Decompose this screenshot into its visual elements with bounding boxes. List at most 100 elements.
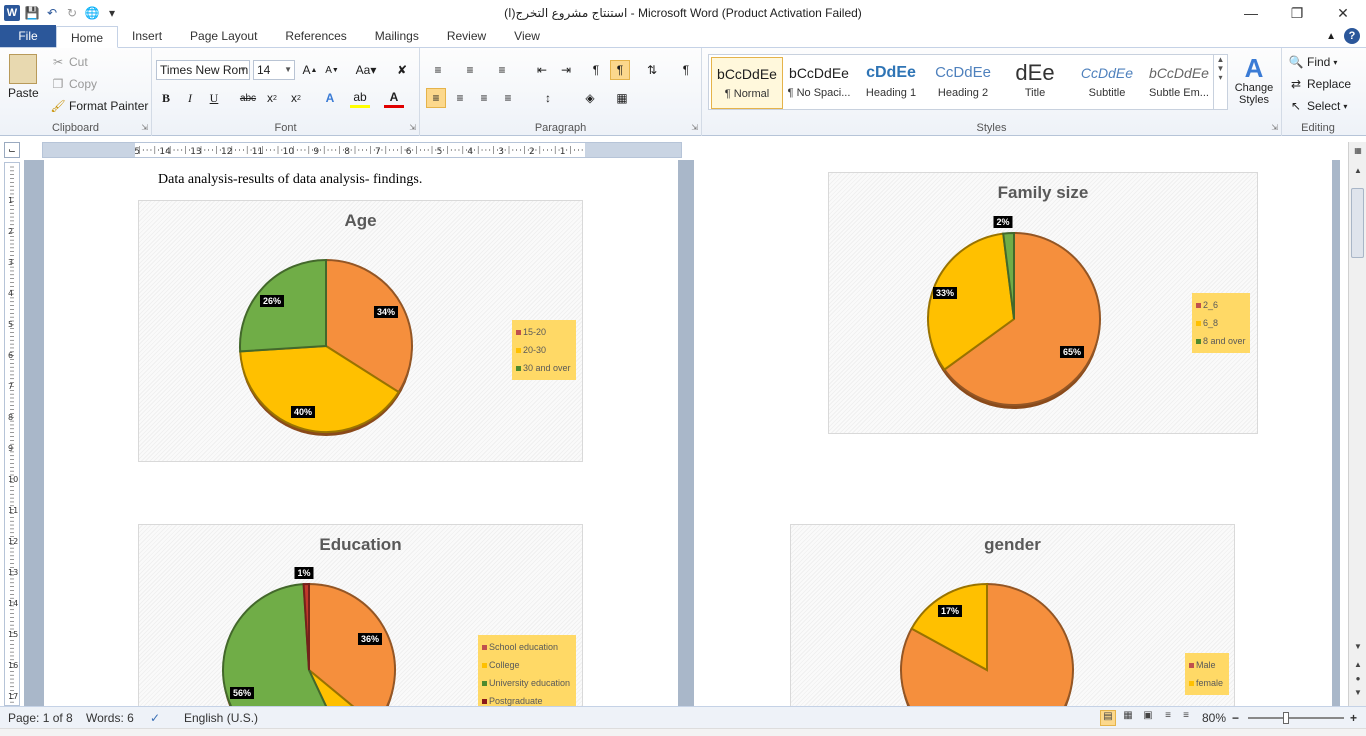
tab-mailings[interactable]: Mailings [361,25,433,47]
style-subtitle[interactable]: CcDdEe Subtitle [1071,57,1143,109]
find-button[interactable]: 🔍 Find ▾ [1288,54,1338,70]
web-layout-icon[interactable]: ▣ [1140,710,1156,726]
font-name-combo[interactable]: Times New Rom ▼ [156,60,250,80]
tab-home[interactable]: Home [56,26,119,48]
draft-icon[interactable]: ≡ [1178,710,1194,726]
previous-page-icon[interactable]: ▲ [1350,660,1366,674]
clear-formatting-icon[interactable]: ✘ [392,60,412,80]
align-center-icon[interactable]: ≡ [450,88,470,108]
zoom-slider[interactable] [1248,717,1344,719]
tab-review[interactable]: Review [433,25,500,47]
grow-font-button[interactable]: A ▲ [300,60,320,80]
tab-insert[interactable]: Insert [118,25,176,47]
vertical-ruler[interactable]: 1 2 3 4 5 6 7 8 9 10 11 12 13 14 15 16 17 [4,162,20,706]
font-color-icon[interactable]: A [384,88,404,108]
help-icon[interactable]: ? [1344,28,1360,44]
zoom-level[interactable]: 80% [1202,711,1226,725]
page-count[interactable]: Page: 1 of 8 [8,711,73,725]
dialog-launcher-icon[interactable]: ⇲ [691,123,698,132]
ltr-icon[interactable]: ¶ [586,60,606,80]
customize-qat-icon[interactable]: ▾ [104,5,120,21]
subscript-button[interactable]: x2 [262,88,282,108]
chart-gender[interactable]: gender 17% Male female [790,524,1235,706]
style-normal[interactable]: bCcDdEe ¶ Normal [711,57,783,109]
highlight-icon[interactable]: ab [350,88,370,108]
decrease-indent-icon[interactable]: ⇤ [532,60,552,80]
dialog-launcher-icon[interactable]: ⇲ [1271,123,1278,132]
page-left[interactable]: Data analysis-results of data analysis- … [44,160,678,706]
change-styles-button[interactable]: A Change Styles [1232,54,1276,106]
zoom-out-button[interactable]: − [1232,711,1239,725]
tab-file[interactable]: File [0,25,56,47]
align-right-icon[interactable]: ≡ [474,88,494,108]
style-subtle-emphasis[interactable]: bCcDdEe Subtle Em... [1143,57,1215,109]
bold-button[interactable]: B [156,88,176,108]
zoom-in-button[interactable]: + [1350,711,1357,725]
print-layout-icon[interactable]: ▤ [1100,710,1116,726]
select-button[interactable]: ↖ Select ▾ [1288,98,1347,114]
rtl-icon[interactable]: ¶ [610,60,630,80]
vertical-scrollbar[interactable]: ▦ ▲ ▼ ▲ ● ▼ [1348,142,1366,706]
shading-icon[interactable]: ◈ [580,88,600,108]
underline-button[interactable]: U [204,88,224,108]
full-screen-reading-icon[interactable]: ▦ [1120,710,1136,726]
justify-icon[interactable]: ≡ [498,88,518,108]
change-case-button[interactable]: Aa▾ [352,60,380,80]
undo-icon[interactable]: ↶ [44,5,60,21]
shrink-font-button[interactable]: A ▼ [322,60,342,80]
chart-family-size[interactable]: Family size 65% 33% 2% 2_6 6_8 8 and ove… [828,172,1258,434]
bullets-icon[interactable]: ≡ [428,60,448,80]
zoom-slider-knob[interactable] [1283,712,1289,724]
ruler-toggle-icon[interactable]: ▦ [1350,146,1366,160]
style-title[interactable]: dEe Title [999,57,1071,109]
dialog-launcher-icon[interactable]: ⇲ [141,123,148,132]
word-count[interactable]: Words: 6 [86,711,134,725]
increase-indent-icon[interactable]: ⇥ [556,60,576,80]
style-heading-1[interactable]: cDdEe Heading 1 [855,57,927,109]
italic-button[interactable]: I [180,88,200,108]
browse-object-icon[interactable]: ● [1350,674,1366,688]
outline-icon[interactable]: ≡ [1160,710,1176,726]
dialog-launcher-icon[interactable]: ⇲ [409,123,416,132]
borders-icon[interactable]: ▦ [612,88,632,108]
cut-button[interactable]: ✂ Cut [50,54,88,70]
restore-button[interactable]: ❐ [1274,0,1320,26]
style-heading-2[interactable]: CcDdEe Heading 2 [927,57,999,109]
line-spacing-icon[interactable]: ↕ [538,88,558,108]
proofing-icon[interactable]: ✓ [150,711,160,725]
horizontal-ruler[interactable]: 1716151413121110987654321123 [42,142,682,158]
replace-button[interactable]: ⇄ Replace [1288,76,1351,92]
close-button[interactable]: ✕ [1320,0,1366,26]
multilevel-list-icon[interactable]: ≡ [492,60,512,80]
scroll-down-icon[interactable]: ▼ [1350,642,1366,656]
sort-icon[interactable]: ⇅ [642,60,662,80]
show-formatting-icon[interactable]: ¶ [676,60,696,80]
tab-references[interactable]: References [271,25,360,47]
tab-page-layout[interactable]: Page Layout [176,25,271,47]
style-no-spacing[interactable]: bCcDdEe ¶ No Spaci... [783,57,855,109]
font-size-combo[interactable]: 14 ▼ [253,60,295,80]
tab-view[interactable]: View [500,25,554,47]
document-area[interactable]: Data analysis-results of data analysis- … [24,160,1340,706]
scroll-thumb[interactable] [1351,188,1364,258]
text-effects-button[interactable]: A [320,88,340,108]
numbering-icon[interactable]: ≡ [460,60,480,80]
chart-age[interactable]: Age 34% 40% 26% 15-20 20-30 30 and over [138,200,583,462]
format-painter-button[interactable]: 🖌 Format Painter [50,98,148,114]
next-page-icon[interactable]: ▼ [1350,688,1366,702]
paste-button[interactable]: Paste [8,54,39,100]
copy-button[interactable]: ❐ Copy [50,76,97,92]
redo-icon[interactable]: ↻ [64,5,80,21]
spelling-icon[interactable]: 🌐 [84,5,100,21]
minimize-button[interactable]: — [1228,0,1274,26]
superscript-button[interactable]: x2 [286,88,306,108]
align-left-icon[interactable]: ≡ [426,88,446,108]
word-logo-icon[interactable]: W [4,5,20,21]
document-text[interactable]: Data analysis-results of data analysis- … [158,172,422,188]
page-right[interactable]: Family size 65% 33% 2% 2_6 6_8 8 and ove… [694,160,1332,706]
minimize-ribbon-icon[interactable]: ▲ [1326,31,1336,42]
tab-selector[interactable]: ⌙ [4,142,20,158]
gallery-scroll[interactable]: ▲ ▼ ▾ [1213,55,1227,109]
chart-education[interactable]: Education 36% 56% 1% School education Co… [138,524,583,706]
save-icon[interactable]: 💾 [24,5,40,21]
